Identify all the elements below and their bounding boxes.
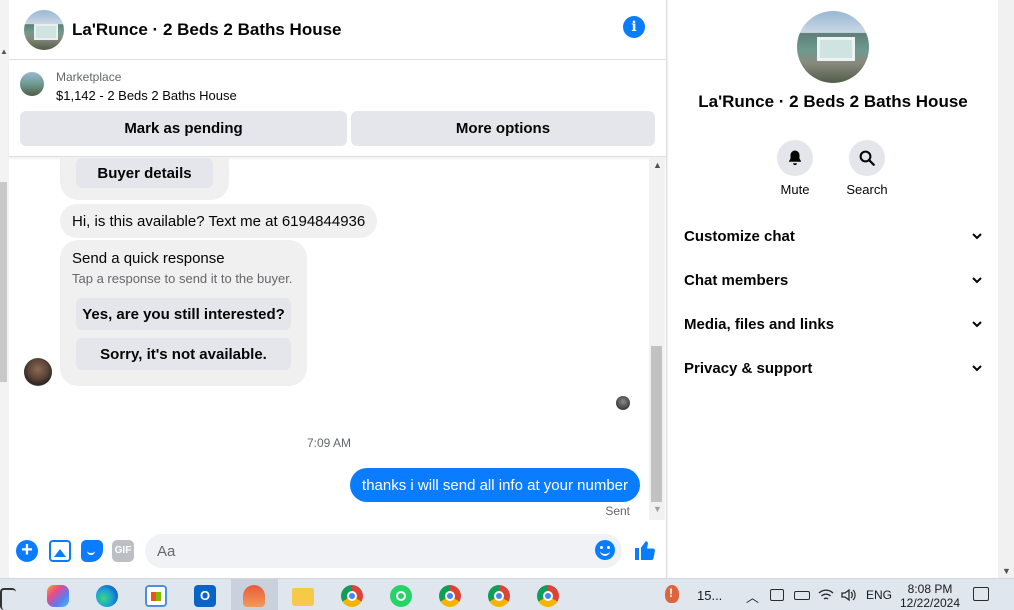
gif-icon[interactable]: GIF	[112, 540, 134, 562]
outgoing-message: thanks i will send all info at your numb…	[350, 468, 640, 502]
quick-reply-not-available-button[interactable]: Sorry, it's not available.	[76, 338, 291, 370]
section-media-files-links[interactable]: Media, files and links	[684, 309, 984, 339]
message-list: Buyer details Hi, is this available? Tex…	[9, 158, 649, 520]
chrome-icon[interactable]	[341, 585, 363, 607]
marketplace-banner: Marketplace $1,142 - 2 Beds 2 Baths Hous…	[9, 60, 667, 157]
chevron-down-icon	[972, 277, 982, 284]
scrollbar-thumb[interactable]	[651, 346, 662, 502]
bell-icon[interactable]	[777, 140, 813, 176]
clock-date: 12/22/2024	[899, 596, 961, 610]
mute-label: Mute	[780, 182, 810, 197]
chat-info-panel: La'Runce · 2 Beds 2 Baths House Mute Sea…	[668, 0, 998, 578]
outlook-icon[interactable]: O	[194, 585, 216, 607]
tray-chevron-up-icon[interactable]: ︿	[746, 587, 759, 606]
plus-icon[interactable]: +	[16, 540, 38, 562]
whatsapp-icon[interactable]	[390, 585, 412, 607]
language-indicator[interactable]: ENG	[866, 588, 892, 602]
message-input[interactable]	[145, 534, 622, 568]
scroll-up-arrow-icon: ▲	[0, 47, 8, 56]
edge-icon[interactable]	[96, 585, 118, 607]
meet-now-icon[interactable]	[770, 589, 784, 601]
sticker-icon[interactable]	[81, 540, 103, 562]
panel-scrollbar[interactable]: ▼	[998, 0, 1014, 578]
search-icon[interactable]	[849, 140, 885, 176]
background-window-edge: ▲	[0, 0, 9, 578]
seen-indicator-avatar	[616, 396, 630, 410]
chat-avatar[interactable]	[24, 9, 64, 50]
clock-time: 8:08 PM	[907, 582, 953, 596]
task-view-icon[interactable]	[0, 588, 16, 610]
chat-title[interactable]: La'Runce · 2 Beds 2 Baths House	[72, 20, 342, 40]
message-composer: + GIF	[9, 530, 667, 572]
windows-taskbar: O ! 15... ︿ ENG 8:08 PM 12/22/2024	[0, 578, 1014, 610]
quick-reply-interested-button[interactable]: Yes, are you still interested?	[76, 298, 291, 330]
panel-title: La'Runce · 2 Beds 2 Baths House	[698, 92, 968, 111]
search-label: Search	[846, 182, 888, 197]
message-status: Sent	[605, 504, 630, 518]
battery-icon[interactable]	[794, 591, 810, 600]
search-action[interactable]: Search	[837, 140, 897, 197]
chat-window: La'Runce · 2 Beds 2 Baths House i Market…	[9, 0, 667, 578]
section-privacy-support[interactable]: Privacy & support	[684, 353, 984, 383]
scroll-down-icon[interactable]: ▼	[1002, 566, 1011, 576]
chrome-profile-icon[interactable]	[439, 585, 461, 607]
section-label: Privacy & support	[684, 359, 813, 377]
section-label: Customize chat	[684, 227, 795, 245]
photo-icon[interactable]	[49, 540, 71, 562]
chrome-profile-icon[interactable]	[488, 585, 510, 607]
section-customize-chat[interactable]: Customize chat	[684, 221, 984, 251]
thumbs-up-icon[interactable]	[633, 538, 657, 562]
buyer-card: Buyer details	[60, 158, 229, 200]
file-explorer-icon[interactable]	[292, 588, 314, 606]
wifi-icon[interactable]	[818, 588, 834, 602]
notification-icon[interactable]	[973, 587, 989, 601]
store-icon[interactable]	[145, 585, 167, 607]
emoji-icon[interactable]	[595, 540, 615, 560]
mute-action[interactable]: Mute	[765, 140, 825, 197]
more-options-button[interactable]: More options	[351, 111, 655, 146]
listing-title[interactable]: $1,142 - 2 Beds 2 Baths House	[56, 88, 237, 103]
sender-avatar[interactable]	[24, 358, 52, 386]
volume-icon[interactable]	[840, 588, 856, 602]
mark-as-pending-button[interactable]: Mark as pending	[20, 111, 347, 146]
system-clock[interactable]: 8:08 PM 12/22/2024	[898, 582, 962, 610]
weather-text[interactable]: 15...	[697, 588, 722, 603]
background-scrollbar	[0, 182, 7, 382]
listing-thumbnail[interactable]	[20, 72, 44, 96]
chevron-down-icon	[972, 233, 982, 240]
section-chat-members[interactable]: Chat members	[684, 265, 984, 295]
message-scrollbar[interactable]: ▲ ▼	[649, 158, 665, 520]
section-label: Media, files and links	[684, 315, 835, 333]
quick-response-card: Send a quick response Tap a response to …	[60, 240, 307, 386]
section-label: Chat members	[684, 271, 789, 289]
scroll-down-icon[interactable]: ▼	[653, 504, 662, 514]
panel-avatar[interactable]	[797, 11, 869, 83]
copilot-icon[interactable]	[47, 585, 69, 607]
quick-response-subtitle: Tap a response to send it to the buyer.	[72, 271, 293, 286]
incoming-message: Hi, is this available? Text me at 619484…	[60, 204, 378, 238]
app-icon[interactable]	[243, 585, 265, 607]
quick-response-title: Send a quick response	[72, 250, 225, 267]
chevron-down-icon	[972, 321, 982, 328]
marketplace-label: Marketplace	[56, 70, 122, 84]
buyer-details-button[interactable]: Buyer details	[76, 158, 213, 188]
weather-alert-icon[interactable]: !	[665, 585, 685, 607]
message-timestamp: 7:09 AM	[306, 436, 352, 450]
chevron-down-icon	[972, 365, 982, 372]
info-icon[interactable]: i	[623, 16, 645, 38]
scroll-up-icon[interactable]: ▲	[653, 160, 662, 170]
chrome-profile-icon[interactable]	[537, 585, 559, 607]
chat-header: La'Runce · 2 Beds 2 Baths House i	[9, 0, 667, 60]
